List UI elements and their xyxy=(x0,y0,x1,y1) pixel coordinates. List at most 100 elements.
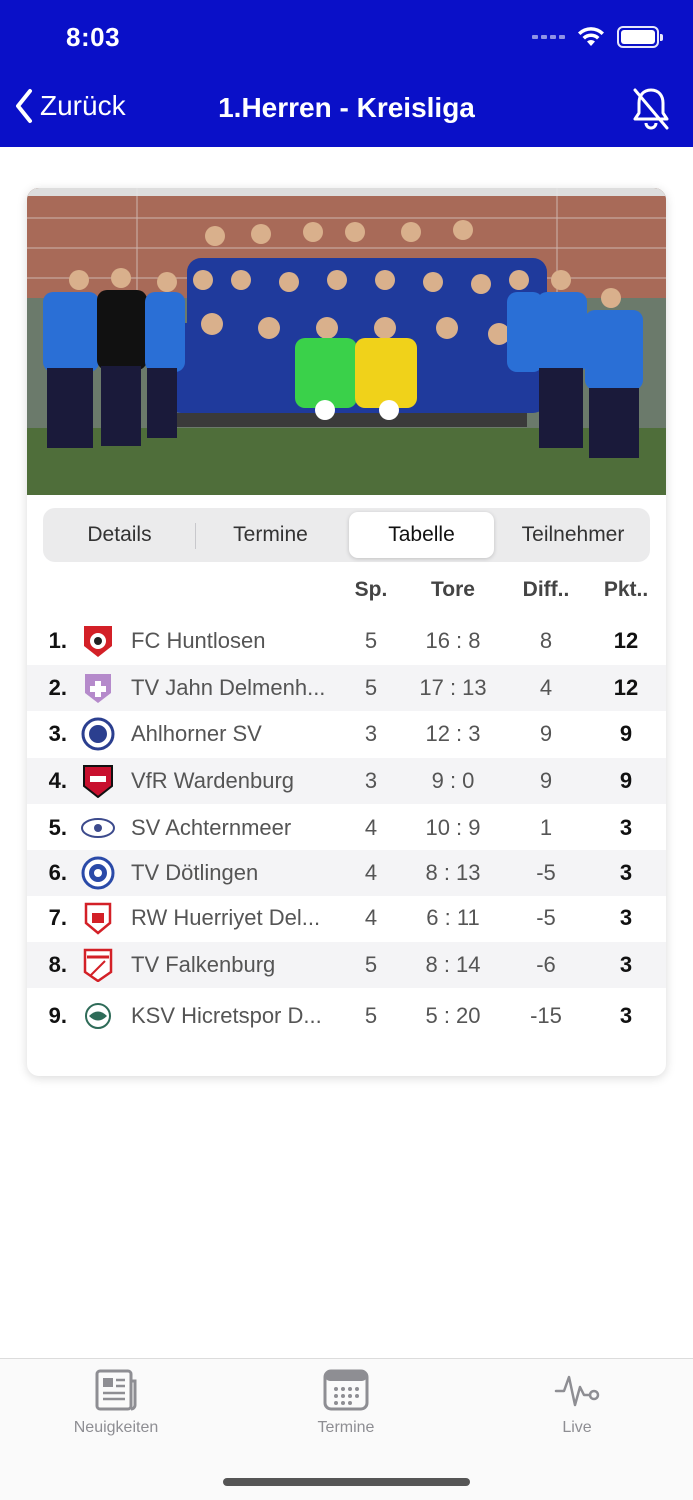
club-logo-icon xyxy=(81,624,115,658)
tab-teilnehmer[interactable]: Teilnehmer xyxy=(500,512,646,558)
games-played: 5 xyxy=(364,675,378,700)
battery-icon xyxy=(617,26,663,48)
goals: 17 : 13 xyxy=(419,675,487,700)
team-card: Details Termine Tabelle Teilnehmer Sp. T… xyxy=(27,188,666,1076)
club-logo-icon xyxy=(81,856,115,890)
table-row[interactable]: 6. TV Dötlingen 4 8 : 13 -5 3 xyxy=(27,850,666,896)
signal-icon xyxy=(532,35,565,39)
row-rank: 5. xyxy=(48,815,67,840)
games-played: 5 xyxy=(364,1003,378,1028)
table-row[interactable]: 5. SV Achternmeer 4 10 : 9 1 3 xyxy=(27,805,666,851)
tab-label: Neuigkeiten xyxy=(73,1419,159,1436)
club-name: TV Jahn Delmenh... xyxy=(131,675,326,700)
club-logo-icon xyxy=(81,948,115,983)
club-logo-icon xyxy=(81,999,115,1033)
segmented-control: Details Termine Tabelle Teilnehmer xyxy=(43,508,650,562)
top-bar: 8:03 Zurück 1.Herren - Kreisliga xyxy=(0,0,693,147)
header-tore: Tore xyxy=(431,578,475,601)
row-rank: 3. xyxy=(48,721,67,746)
club-name: FC Huntlosen xyxy=(131,628,266,653)
tab-termine[interactable]: Termine xyxy=(198,512,343,558)
club-name: Ahlhorner SV xyxy=(131,721,262,746)
table-row[interactable]: 1. FC Huntlosen 5 16 : 8 8 12 xyxy=(27,618,666,664)
pulse-icon xyxy=(554,1375,600,1407)
goal-difference: 1 xyxy=(539,815,553,840)
points: 3 xyxy=(619,1003,633,1028)
club-logo-icon xyxy=(81,811,115,845)
table-row[interactable]: 9. KSV Hicretspor D... 5 5 : 20 -15 3 xyxy=(27,993,666,1039)
row-rank: 8. xyxy=(48,952,67,977)
goal-difference: 9 xyxy=(539,768,553,793)
table-header: Sp. Tore Diff.. Pkt.. xyxy=(27,574,666,608)
segment-divider xyxy=(195,523,196,549)
goal-difference: 9 xyxy=(539,721,553,746)
club-logo-icon xyxy=(81,764,115,799)
status-time: 8:03 xyxy=(66,22,121,52)
row-rank: 4. xyxy=(48,768,67,793)
club-name: RW Huerriyet Del... xyxy=(131,905,321,930)
goals: 5 : 20 xyxy=(425,1003,481,1028)
games-played: 4 xyxy=(364,860,378,885)
points: 9 xyxy=(619,721,633,746)
club-name: SV Achternmeer xyxy=(131,815,292,840)
notifications-button[interactable] xyxy=(631,86,671,137)
goals: 6 : 11 xyxy=(426,905,480,930)
goal-difference: -5 xyxy=(536,860,556,885)
points: 3 xyxy=(619,952,633,977)
tab-label: Termine xyxy=(317,1419,375,1436)
team-photo xyxy=(27,188,666,495)
points: 12 xyxy=(613,628,639,653)
club-logo-icon xyxy=(81,717,115,751)
goals: 16 : 8 xyxy=(425,628,481,653)
goals: 10 : 9 xyxy=(425,815,481,840)
newspaper-icon xyxy=(95,1369,137,1411)
club-name: TV Falkenburg xyxy=(131,952,276,977)
tab-live[interactable]: Live xyxy=(497,1367,657,1437)
header-sp: Sp. xyxy=(354,578,388,601)
goals: 8 : 13 xyxy=(425,860,481,885)
club-name: TV Dötlingen xyxy=(131,860,259,885)
games-played: 4 xyxy=(364,905,378,930)
row-rank: 9. xyxy=(48,1003,67,1028)
row-rank: 1. xyxy=(48,628,67,653)
tab-details[interactable]: Details xyxy=(47,512,192,558)
row-rank: 2. xyxy=(48,675,67,700)
club-name: KSV Hicretspor D... xyxy=(131,1003,322,1028)
goals: 9 : 0 xyxy=(431,768,475,793)
games-played: 4 xyxy=(364,815,378,840)
header-diff: Diff.. xyxy=(522,578,570,601)
page-title: 1.Herren - Kreisliga xyxy=(218,92,475,123)
points: 3 xyxy=(619,860,633,885)
home-indicator xyxy=(223,1478,470,1486)
goal-difference: 8 xyxy=(539,628,553,653)
points: 3 xyxy=(619,905,633,930)
games-played: 3 xyxy=(364,768,378,793)
club-logo-icon xyxy=(81,901,115,935)
tab-label: Live xyxy=(562,1419,592,1436)
row-rank: 6. xyxy=(48,860,67,885)
goals: 8 : 14 xyxy=(425,952,481,977)
calendar-icon xyxy=(323,1369,369,1411)
table-row[interactable]: 8. TV Falkenburg 5 8 : 14 -6 3 xyxy=(27,942,666,988)
table-row[interactable]: 7. RW Huerriyet Del... 4 6 : 11 -5 3 xyxy=(27,895,666,941)
bell-slash-icon xyxy=(633,88,669,130)
goal-difference: -5 xyxy=(536,905,556,930)
tab-neuigkeiten[interactable]: Neuigkeiten xyxy=(36,1367,196,1437)
club-name: VfR Wardenburg xyxy=(131,768,295,793)
goals: 12 : 3 xyxy=(425,721,481,746)
table-row[interactable]: 2. TV Jahn Delmenh... 5 17 : 13 4 12 xyxy=(27,665,666,711)
games-played: 5 xyxy=(364,952,378,977)
club-logo-icon xyxy=(81,671,115,705)
tab-termine-bottom[interactable]: Termine xyxy=(266,1367,426,1437)
table-row[interactable]: 3. Ahlhorner SV 3 12 : 3 9 9 xyxy=(27,711,666,757)
table-row[interactable]: 4. VfR Wardenburg 3 9 : 0 9 9 xyxy=(27,758,666,804)
status-icons xyxy=(532,26,663,48)
wifi-icon xyxy=(578,27,604,46)
goal-difference: -6 xyxy=(536,952,556,977)
tab-tabelle[interactable]: Tabelle xyxy=(349,512,494,558)
points: 3 xyxy=(619,815,633,840)
header-pkt: Pkt.. xyxy=(603,578,649,601)
games-played: 3 xyxy=(364,721,378,746)
row-rank: 7. xyxy=(48,905,67,930)
games-played: 5 xyxy=(364,628,378,653)
